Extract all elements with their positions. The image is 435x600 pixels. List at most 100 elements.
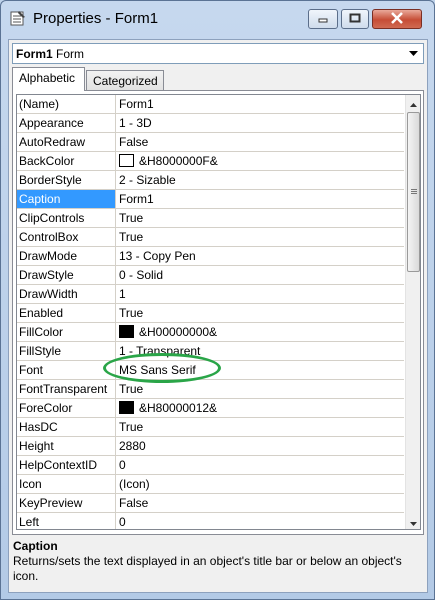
property-value[interactable]: False: [117, 494, 404, 512]
property-name[interactable]: AutoRedraw: [17, 133, 116, 151]
property-name[interactable]: FillStyle: [17, 342, 116, 360]
property-value[interactable]: 2 - Sizable: [117, 171, 404, 189]
property-value[interactable]: &H00000000&: [117, 323, 404, 341]
property-name[interactable]: FillColor: [17, 323, 116, 341]
property-value-text: 2880: [119, 439, 146, 453]
property-value[interactable]: False: [117, 133, 404, 151]
property-value[interactable]: True: [117, 418, 404, 436]
property-name[interactable]: Caption: [17, 190, 116, 208]
property-value[interactable]: True: [117, 304, 404, 322]
close-button[interactable]: [372, 9, 422, 29]
property-value-text: 1: [119, 287, 126, 301]
property-row[interactable]: FontTransparent True: [17, 380, 404, 399]
property-row[interactable]: Left 0: [17, 513, 404, 529]
property-value-text: True: [119, 382, 144, 396]
tab-alphabetic[interactable]: Alphabetic: [12, 67, 85, 91]
scroll-down-button[interactable]: [406, 514, 420, 529]
tab-categorized[interactable]: Categorized: [86, 70, 164, 92]
property-value-text: Form1: [119, 192, 154, 206]
property-row[interactable]: Caption Form1: [17, 190, 404, 209]
property-row[interactable]: (Name) Form1: [17, 95, 404, 114]
property-name[interactable]: Enabled: [17, 304, 116, 322]
property-name[interactable]: Appearance: [17, 114, 116, 132]
property-name[interactable]: DrawMode: [17, 247, 116, 265]
thumb-grip: [411, 193, 417, 194]
property-name[interactable]: DrawStyle: [17, 266, 116, 284]
description-title: Caption: [13, 539, 58, 553]
property-name[interactable]: BorderStyle: [17, 171, 116, 189]
property-name[interactable]: ClipControls: [17, 209, 116, 227]
tab-panel: (Name) Form1 Appearance 1 - 3D AutoRedraw Fal…: [12, 90, 424, 535]
property-name[interactable]: (Name): [17, 95, 116, 113]
property-row[interactable]: HelpContextID 0: [17, 456, 404, 475]
property-value-text: (Icon): [119, 477, 150, 491]
property-row[interactable]: KeyPreview False: [17, 494, 404, 513]
description-pane: Caption Returns/sets the text displayed …: [12, 537, 424, 589]
property-value[interactable]: 0: [117, 513, 404, 529]
property-name[interactable]: Left: [17, 513, 116, 529]
property-value[interactable]: &H80000012&: [117, 399, 404, 417]
property-row[interactable]: FillColor &H00000000&: [17, 323, 404, 342]
property-value-text: 13 - Copy Pen: [119, 249, 196, 263]
close-icon: [390, 11, 404, 27]
property-name[interactable]: HelpContextID: [17, 456, 116, 474]
property-row[interactable]: Icon (Icon): [17, 475, 404, 494]
property-row[interactable]: HasDC True: [17, 418, 404, 437]
property-name[interactable]: ForeColor: [17, 399, 116, 417]
property-name[interactable]: KeyPreview: [17, 494, 116, 512]
property-value[interactable]: Form1: [117, 190, 404, 208]
property-value[interactable]: True: [117, 209, 404, 227]
property-name[interactable]: HasDC: [17, 418, 116, 436]
property-name[interactable]: FontTransparent: [17, 380, 116, 398]
arrow-down-icon: [410, 515, 417, 529]
property-value[interactable]: 13 - Copy Pen: [117, 247, 404, 265]
property-value[interactable]: (Icon): [117, 475, 404, 493]
property-name[interactable]: Font: [17, 361, 116, 379]
object-selector-value: Form1 Form: [16, 47, 84, 61]
color-swatch: [119, 325, 134, 338]
properties-window-icon: [10, 10, 26, 26]
minimize-button[interactable]: [308, 9, 338, 29]
property-value-text: True: [119, 211, 144, 225]
property-value-text: True: [119, 230, 144, 244]
property-row[interactable]: Height 2880: [17, 437, 404, 456]
property-row[interactable]: DrawMode 13 - Copy Pen: [17, 247, 404, 266]
property-value[interactable]: 1: [117, 285, 404, 303]
property-value-text: 0: [119, 515, 126, 529]
property-name[interactable]: ControlBox: [17, 228, 116, 246]
property-value[interactable]: 2880: [117, 437, 404, 455]
color-swatch: [119, 154, 134, 167]
property-value[interactable]: 1 - 3D: [117, 114, 404, 132]
property-value-text: True: [119, 306, 144, 320]
property-row[interactable]: ControlBox True: [17, 228, 404, 247]
scroll-up-button[interactable]: [406, 95, 420, 110]
property-value[interactable]: 0 - Solid: [117, 266, 404, 284]
property-name[interactable]: Height: [17, 437, 116, 455]
property-value[interactable]: 0: [117, 456, 404, 474]
property-row[interactable]: DrawWidth 1: [17, 285, 404, 304]
property-row[interactable]: BorderStyle 2 - Sizable: [17, 171, 404, 190]
chevron-down-icon[interactable]: [405, 45, 422, 62]
property-name[interactable]: Icon: [17, 475, 116, 493]
minimize-icon: [317, 12, 329, 26]
property-row[interactable]: FillStyle 1 - Transparent: [17, 342, 404, 361]
property-value[interactable]: True: [117, 228, 404, 246]
property-row[interactable]: AutoRedraw False: [17, 133, 404, 152]
title-bar[interactable]: Properties - Form1: [1, 1, 434, 37]
property-row[interactable]: Enabled True: [17, 304, 404, 323]
object-selector-dropdown[interactable]: Form1 Form: [12, 43, 424, 64]
property-name[interactable]: DrawWidth: [17, 285, 116, 303]
property-row[interactable]: BackColor &H8000000F&: [17, 152, 404, 171]
vertical-scrollbar[interactable]: [405, 95, 420, 529]
property-row[interactable]: ClipControls True: [17, 209, 404, 228]
property-value[interactable]: Form1: [117, 95, 404, 113]
window-client-area: Form1 Form Alphabetic Categorized (Name)…: [8, 39, 428, 593]
scrollbar-thumb[interactable]: [407, 112, 420, 272]
property-row[interactable]: DrawStyle 0 - Solid: [17, 266, 404, 285]
maximize-button[interactable]: [341, 9, 369, 29]
property-row[interactable]: Appearance 1 - 3D: [17, 114, 404, 133]
property-row[interactable]: ForeColor &H80000012&: [17, 399, 404, 418]
property-name[interactable]: BackColor: [17, 152, 116, 170]
property-value-text: 2 - Sizable: [119, 173, 176, 187]
property-value[interactable]: &H8000000F&: [117, 152, 404, 170]
